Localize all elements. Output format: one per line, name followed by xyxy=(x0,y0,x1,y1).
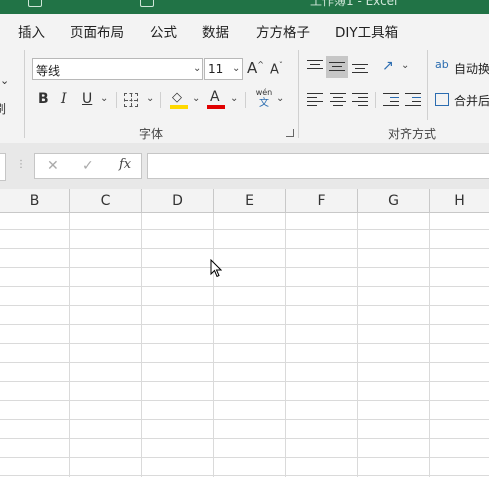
top-align-icon[interactable] xyxy=(307,60,323,74)
column-header-c[interactable]: C xyxy=(70,189,142,213)
tab-page-layout[interactable]: 页面布局 xyxy=(70,21,124,41)
font-name-select[interactable]: 等线 ⌄ xyxy=(32,58,203,80)
format-painter-label[interactable]: 刷 xyxy=(0,100,6,117)
borders-icon[interactable] xyxy=(124,93,138,107)
tab-data[interactable]: 数据 xyxy=(202,21,229,41)
enter-icon[interactable]: ✓ xyxy=(82,158,94,174)
shrink-font-button[interactable]: Aˇ xyxy=(270,61,283,77)
cell-grid[interactable] xyxy=(0,213,489,477)
insert-function-icon[interactable]: fx xyxy=(119,157,131,172)
title-bar: 工作簿1 - Excel xyxy=(0,0,489,14)
orientation-icon[interactable]: ↗ xyxy=(382,58,394,74)
ribbon: ⌄ 刷 等线 ⌄ 11 ⌄ A^ Aˇ B I U ⌄ ⌄ ◇ ⌄ A ⌄ wé… xyxy=(0,44,489,144)
bottom-align-icon[interactable] xyxy=(352,64,368,78)
separator xyxy=(375,92,376,108)
font-group-label: 字体 xyxy=(139,127,164,141)
column-header-g[interactable]: G xyxy=(358,189,430,213)
chevron-down-icon: ⌄ xyxy=(232,63,241,74)
phonetic-bottom-label: 文 xyxy=(259,98,269,109)
merge-center-label: 合并后 xyxy=(454,94,489,108)
font-color-label: A xyxy=(210,89,220,105)
font-size-value: 11 xyxy=(208,62,224,76)
underline-button[interactable]: U xyxy=(82,91,92,107)
alignment-group-label: 对齐方式 xyxy=(388,127,437,141)
column-header-e[interactable]: E xyxy=(214,189,286,213)
chevron-down-icon[interactable]: ⌄ xyxy=(146,93,154,104)
wrap-text-label: 自动换 xyxy=(454,62,489,76)
grow-font-button[interactable]: A^ xyxy=(247,59,264,77)
wrap-text-icon: ab xyxy=(435,58,449,71)
chevron-down-icon[interactable]: ⌄ xyxy=(192,93,200,104)
ribbon-tabs: 插入 页面布局 公式 数据 方方格子 DIY工具箱 xyxy=(0,14,489,44)
column-header-f[interactable]: F xyxy=(286,189,358,213)
mouse-cursor-icon xyxy=(210,259,222,278)
paint-bucket-icon: ◇ xyxy=(172,90,182,105)
separator xyxy=(160,92,161,108)
window-title: 工作簿1 - Excel xyxy=(310,0,398,8)
formula-bar: ⋮ ✕ ✓ fx xyxy=(0,143,489,189)
tab-diy-toolbox[interactable]: DIY工具箱 xyxy=(335,21,398,41)
phonetic-guide-button[interactable]: wén 文 xyxy=(254,88,274,112)
font-dialog-launcher-icon[interactable] xyxy=(286,129,294,137)
save-icon[interactable] xyxy=(28,0,42,7)
font-color-swatch xyxy=(207,105,225,109)
font-color-button[interactable]: A xyxy=(207,89,225,110)
font-name-value: 等线 xyxy=(36,64,61,78)
tab-formulas[interactable]: 公式 xyxy=(150,21,177,41)
align-right-icon[interactable] xyxy=(352,93,368,107)
wrap-text-button[interactable]: ab 自动换 xyxy=(435,58,489,78)
chevron-down-icon[interactable]: ⌄ xyxy=(230,93,238,104)
column-header-b[interactable]: B xyxy=(0,189,70,213)
align-left-icon[interactable] xyxy=(307,93,323,107)
print-preview-icon[interactable] xyxy=(140,0,154,7)
font-size-select[interactable]: 11 ⌄ xyxy=(204,58,243,80)
chevron-down-icon: ⌄ xyxy=(193,63,202,74)
clipboard-dropdown-icon[interactable]: ⌄ xyxy=(0,74,9,87)
fill-color-swatch xyxy=(170,105,188,109)
group-separator xyxy=(24,50,25,138)
chevron-down-icon[interactable]: ⌄ xyxy=(401,60,409,71)
cancel-icon[interactable]: ✕ xyxy=(47,158,59,174)
chevron-down-icon[interactable]: ⌄ xyxy=(100,93,108,104)
merge-center-button[interactable]: 合并后 xyxy=(435,92,489,110)
separator xyxy=(116,92,117,108)
phonetic-top-label: wén xyxy=(255,88,273,97)
merge-cells-icon xyxy=(435,93,449,106)
column-headers: B C D E F G H xyxy=(0,189,489,213)
decrease-indent-icon[interactable] xyxy=(383,93,399,107)
increase-indent-icon[interactable] xyxy=(405,93,421,107)
grow-font-label: A xyxy=(247,59,258,77)
shrink-font-label: A xyxy=(270,62,279,78)
bold-button[interactable]: B xyxy=(38,91,49,107)
separator xyxy=(245,92,246,108)
tab-insert[interactable]: 插入 xyxy=(18,21,45,41)
column-header-d[interactable]: D xyxy=(142,189,214,213)
formula-bar-grip-icon[interactable]: ⋮ xyxy=(16,159,26,170)
italic-button[interactable]: I xyxy=(61,91,67,107)
middle-align-button[interactable] xyxy=(326,56,348,78)
group-separator xyxy=(298,50,299,138)
column-header-h[interactable]: H xyxy=(430,189,489,213)
chevron-down-icon[interactable]: ⌄ xyxy=(276,93,284,104)
tab-fangfang-gezi[interactable]: 方方格子 xyxy=(256,21,310,41)
name-box[interactable] xyxy=(0,153,6,181)
formula-input[interactable] xyxy=(147,153,489,179)
fill-color-button[interactable]: ◇ xyxy=(170,90,188,110)
align-center-icon[interactable] xyxy=(330,93,346,107)
separator xyxy=(427,50,428,120)
formula-buttons: ✕ ✓ fx xyxy=(34,153,142,179)
